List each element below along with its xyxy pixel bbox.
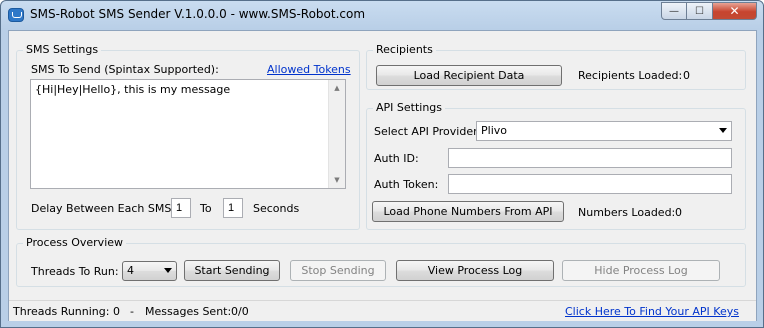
- recipients-loaded-count: 0: [683, 69, 690, 82]
- auth-id-input[interactable]: [448, 148, 732, 168]
- app-window: SMS-Robot SMS Sender V.1.0.0.0 - www.SMS…: [0, 0, 764, 328]
- threads-value: 4: [127, 264, 134, 277]
- threads-to-run-label: Threads To Run:: [31, 265, 119, 278]
- numbers-loaded-count: 0: [675, 206, 682, 219]
- message-scrollbar[interactable]: ▲ ▼: [328, 80, 345, 188]
- messages-sent-value: 0/0: [231, 305, 249, 318]
- sms-message-textarea[interactable]: {Hi|Hey|Hello}, this is my message ▲ ▼: [30, 79, 346, 189]
- threads-running-label: Threads Running:: [13, 305, 110, 318]
- sms-settings-group-label: SMS Settings: [23, 43, 102, 56]
- app-icon: [8, 8, 24, 22]
- view-process-log-button[interactable]: View Process Log: [396, 260, 554, 281]
- maximize-button[interactable]: ☐: [687, 2, 713, 20]
- start-sending-button[interactable]: Start Sending: [184, 260, 280, 281]
- delay-to-input[interactable]: [223, 198, 243, 218]
- recipients-group-label: Recipients: [373, 43, 436, 56]
- threads-select[interactable]: 4: [122, 261, 177, 281]
- client-area: SMS Settings SMS To Send (Spintax Suppor…: [8, 30, 757, 321]
- close-button[interactable]: ✕: [713, 2, 757, 20]
- window-controls: — ☐ ✕: [661, 2, 757, 20]
- load-recipient-data-button[interactable]: Load Recipient Data: [376, 65, 562, 86]
- messages-sent-label: Messages Sent:: [145, 305, 232, 318]
- api-provider-select[interactable]: Plivo: [476, 121, 732, 141]
- process-overview-group: Process Overview Threads To Run: 4 Start…: [16, 236, 746, 287]
- status-bar: Threads Running: 0 - Messages Sent: 0/0 …: [9, 300, 756, 321]
- stop-sending-button[interactable]: Stop Sending: [290, 260, 386, 281]
- chevron-down-icon: [719, 128, 727, 133]
- seconds-label: Seconds: [253, 202, 300, 215]
- delay-from-input[interactable]: [171, 198, 191, 218]
- window-title: SMS-Robot SMS Sender V.1.0.0.0 - www.SMS…: [30, 7, 366, 21]
- auth-token-input[interactable]: [448, 174, 732, 194]
- delay-label: Delay Between Each SMS:: [31, 202, 176, 215]
- close-icon: ✕: [729, 4, 740, 18]
- status-separator: -: [130, 305, 134, 318]
- delay-to-label: To: [200, 202, 212, 215]
- numbers-loaded-label: Numbers Loaded:: [578, 206, 676, 219]
- minimize-button[interactable]: —: [661, 2, 687, 20]
- hide-process-log-button[interactable]: Hide Process Log: [562, 260, 720, 281]
- allowed-tokens-link[interactable]: Allowed Tokens: [267, 63, 351, 76]
- process-overview-group-label: Process Overview: [23, 236, 127, 249]
- title-bar[interactable]: SMS-Robot SMS Sender V.1.0.0.0 - www.SMS…: [1, 1, 763, 29]
- recipients-group: Recipients Load Recipient Data Recipient…: [366, 43, 746, 90]
- sms-settings-group: SMS Settings SMS To Send (Spintax Suppor…: [16, 43, 360, 230]
- api-provider-value: Plivo: [481, 124, 507, 137]
- auth-id-label: Auth ID:: [374, 152, 419, 165]
- load-phone-numbers-button[interactable]: Load Phone Numbers From API: [372, 201, 564, 222]
- sms-message-text: {Hi|Hey|Hello}, this is my message: [35, 83, 231, 96]
- api-settings-group: API Settings Select API Provider: Plivo …: [366, 101, 746, 230]
- scroll-down-icon[interactable]: ▼: [329, 172, 345, 188]
- auth-token-label: Auth Token:: [374, 178, 439, 191]
- api-keys-link[interactable]: Click Here To Find Your API Keys: [565, 305, 739, 318]
- maximize-icon: ☐: [695, 5, 704, 17]
- threads-running-value: 0: [113, 305, 120, 318]
- sms-message-label: SMS To Send (Spintax Supported):: [31, 63, 219, 76]
- scroll-up-icon[interactable]: ▲: [329, 80, 345, 96]
- chevron-down-icon: [164, 268, 172, 273]
- api-provider-label: Select API Provider:: [374, 125, 482, 138]
- api-settings-group-label: API Settings: [373, 101, 446, 114]
- recipients-loaded-label: Recipients Loaded:: [578, 69, 683, 82]
- minimize-icon: —: [669, 5, 679, 17]
